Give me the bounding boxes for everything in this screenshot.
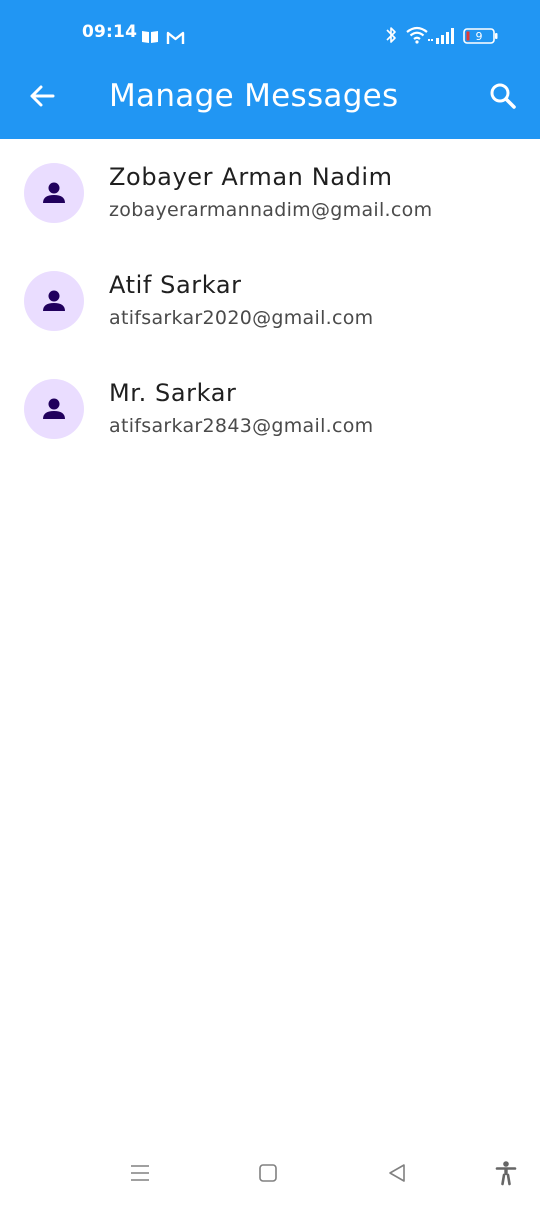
contact-email: atifsarkar2843@gmail.com: [109, 415, 374, 437]
avatar: [24, 271, 84, 331]
signal-icon: [436, 28, 454, 44]
person-icon: [43, 290, 65, 311]
person-icon: [43, 398, 65, 419]
back-triangle-icon: [389, 1164, 405, 1182]
contact-email: atifsarkar2020@gmail.com: [109, 307, 374, 329]
contact-list: Zobayer Arman Nadim zobayerarmannadim@gm…: [0, 139, 540, 463]
svg-text:9: 9: [476, 30, 483, 43]
contact-item[interactable]: Zobayer Arman Nadim zobayerarmannadim@gm…: [0, 139, 540, 247]
back-button[interactable]: [22, 76, 62, 116]
search-icon: [490, 83, 516, 109]
gmail-icon: [166, 31, 185, 44]
avatar: [24, 163, 84, 223]
accessibility-icon: [495, 1161, 517, 1186]
system-nav-bar: [0, 1140, 540, 1206]
search-button[interactable]: [482, 76, 524, 116]
person-icon: [43, 182, 65, 203]
contact-name: Atif Sarkar: [109, 271, 242, 299]
battery-icon: 9: [463, 28, 498, 44]
contact-name: Zobayer Arman Nadim: [109, 163, 393, 191]
page-title: Manage Messages: [109, 78, 399, 114]
contact-item[interactable]: Atif Sarkar atifsarkar2020@gmail.com: [0, 247, 540, 355]
recent-apps-button[interactable]: [122, 1156, 158, 1190]
wifi-icon: [406, 26, 433, 44]
bluetooth-icon: [386, 27, 396, 43]
top-bar: 09:14 9 Manage Messages: [0, 0, 540, 139]
accessibility-button[interactable]: [488, 1156, 524, 1190]
contact-email: zobayerarmannadim@gmail.com: [109, 199, 433, 221]
status-time: 09:14: [82, 22, 138, 42]
menu-icon: [131, 1165, 149, 1181]
status-bar: 09:14 9: [0, 0, 540, 66]
app-bar: Manage Messages: [0, 66, 540, 139]
contact-item[interactable]: Mr. Sarkar atifsarkar2843@gmail.com: [0, 355, 540, 463]
back-nav-button[interactable]: [379, 1156, 415, 1190]
book-icon: [142, 31, 158, 43]
avatar: [24, 379, 84, 439]
arrow-left-icon: [30, 85, 55, 107]
contact-name: Mr. Sarkar: [109, 379, 237, 407]
home-icon: [259, 1164, 277, 1182]
home-button[interactable]: [250, 1156, 286, 1190]
